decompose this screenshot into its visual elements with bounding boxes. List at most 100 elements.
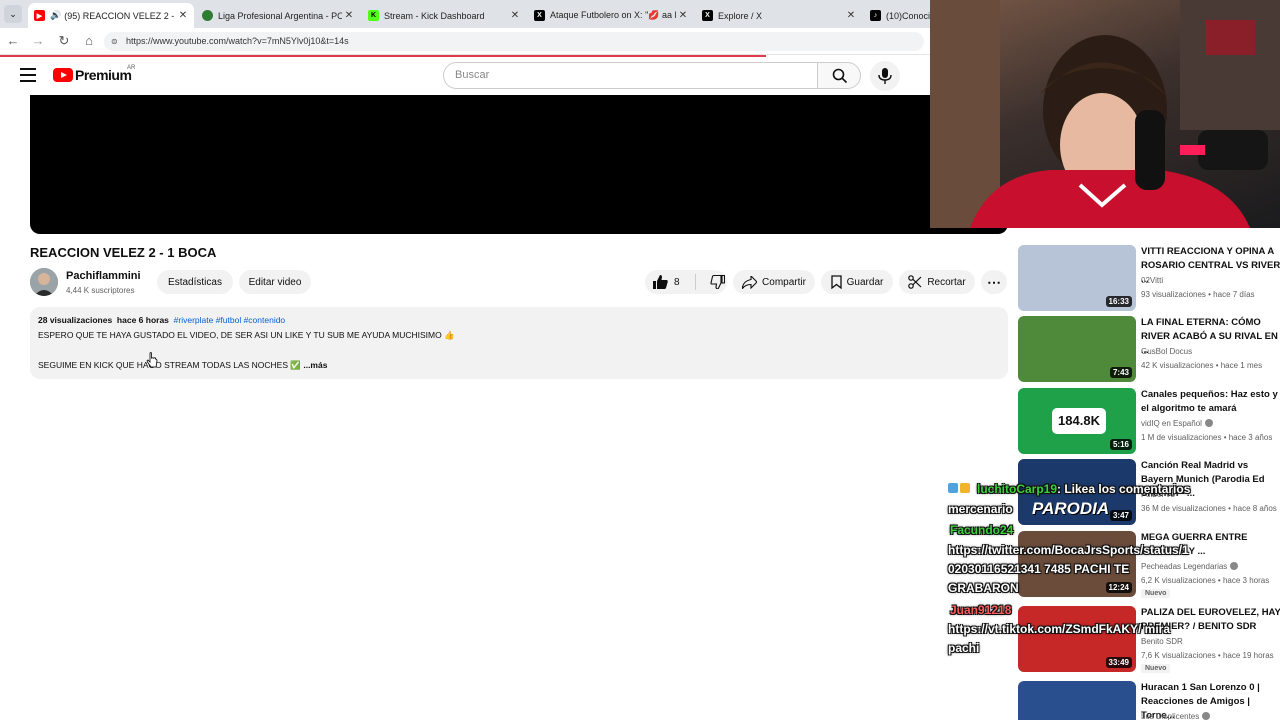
close-tab-icon[interactable]: ✕ <box>176 10 190 21</box>
recommended-stats: 93 visualizaciones • hace 7 días <box>1141 290 1255 299</box>
video-duration: 7:43 <box>1109 367 1132 378</box>
menu-icon[interactable] <box>20 68 36 82</box>
microphone-icon <box>878 68 892 84</box>
share-label: Compartir <box>762 276 806 288</box>
voice-search-button[interactable] <box>870 61 900 91</box>
recommended-stats: 7,6 K visualizaciones • hace 19 horas <box>1141 651 1274 660</box>
video-duration: 5:16 <box>1109 439 1132 450</box>
video-thumbnail[interactable]: 7:43 <box>1018 316 1136 382</box>
browser-tab-x-explore[interactable]: X Explore / X ✕ <box>696 3 862 28</box>
video-title: REACCION VELEZ 2 - 1 BOCA <box>30 245 217 260</box>
youtube-favicon-icon: ▶ <box>34 10 45 21</box>
audio-icon[interactable]: 🔊 <box>50 10 61 21</box>
channel-text: Pecheadas Legendarias <box>1141 562 1228 571</box>
x-favicon-icon: X <box>702 10 713 21</box>
clip-label: Recortar <box>927 276 966 288</box>
thumbs-up-icon <box>653 275 668 289</box>
video-player[interactable] <box>30 95 1008 234</box>
tab-title: Ataque Futbolero on X: "💋 aa EMP <box>550 10 676 20</box>
video-thumbnail[interactable] <box>1018 681 1136 720</box>
show-more-link[interactable]: ...más <box>303 360 327 370</box>
channel-avatar[interactable] <box>30 268 58 296</box>
back-arrow-icon[interactable]: ← <box>5 33 21 49</box>
save-label: Guardar <box>846 276 884 288</box>
verified-icon <box>1204 419 1213 427</box>
like-button[interactable]: 8 <box>653 275 680 289</box>
stats-button-label: Estadísticas <box>168 276 222 288</box>
chat-username: luchitoCarp19 <box>977 482 1058 496</box>
search-icon <box>832 68 848 84</box>
recommended-channel[interactable]: Pecheadas Legendarias <box>1141 562 1239 571</box>
share-button[interactable]: Compartir <box>733 270 815 294</box>
recommended-channel[interactable]: Los Displicentes <box>1141 712 1211 720</box>
close-tab-icon[interactable]: ✕ <box>676 10 690 21</box>
recommended-channel[interactable]: vidIQ en Español <box>1141 419 1213 428</box>
url-input[interactable]: ⊜ https://www.youtube.com/watch?v=7mN5Yl… <box>104 32 924 51</box>
recommended-video-title[interactable]: Canales pequeños: Haz esto y el algoritm… <box>1141 388 1280 416</box>
recommended-video[interactable]: 16:33 VITTI REACCIONA Y OPINA A ROSARIO … <box>1018 245 1280 313</box>
recommended-stats: 6,2 K visualizaciones • hace 3 horas <box>1141 576 1270 585</box>
chat-text: https://twitter.com/BocaJrsSports/status… <box>948 543 1189 557</box>
video-thumbnail[interactable]: 33:49 <box>1018 606 1136 672</box>
badge-icon <box>948 483 958 493</box>
recommended-video[interactable]: 7:43 LA FINAL ETERNA: CÓMO RIVER ACABÓ A… <box>1018 316 1280 384</box>
browser-tab-tiktok[interactable]: ♪ (10)Conocie <box>864 3 930 28</box>
chat-badges <box>948 483 970 495</box>
video-thumbnail[interactable]: 16:33 <box>1018 245 1136 311</box>
chat-text: : Likea los comentarios <box>1057 482 1191 496</box>
tab-title: Liga Profesional Argentina - POSIC <box>218 10 342 21</box>
channel-name[interactable]: Pachiflammini <box>66 270 141 282</box>
chat-text: 02030116521341 7485 PACHI TE <box>948 562 1130 576</box>
chat-text: GRABARON <box>948 581 1019 595</box>
recommended-video[interactable]: 184.8K 5:16 Canales pequeños: Haz esto y… <box>1018 388 1280 456</box>
video-duration: 3:47 <box>1109 510 1132 521</box>
description-line: ESPERO QUE TE HAYA GUSTADO EL VIDEO, DE … <box>38 330 455 340</box>
site-info-icon[interactable]: ⊜ <box>111 32 118 51</box>
webcam-overlay <box>930 0 1280 228</box>
save-button[interactable]: Guardar <box>821 270 893 294</box>
edit-video-button[interactable]: Editar video <box>239 270 311 294</box>
recommended-video[interactable]: 33:49 PALIZA DEL EUROVELEZ, HAY PREMIER?… <box>1018 606 1280 674</box>
hashtags[interactable]: #riverplate #futbol #contenido <box>174 315 286 325</box>
like-dislike-group: 8 <box>645 270 727 294</box>
description-meta: 28 visualizaciones hace 6 horas #riverpl… <box>38 315 1000 325</box>
browser-tab-liga[interactable]: Liga Profesional Argentina - POSIC ✕ <box>196 3 360 28</box>
chat-message: luchitoCarp19: Likea los comentarios <box>977 482 1190 496</box>
chat-text: https://vt.tiktok.com/ZSmdFkAKY/ mira <box>948 622 1171 636</box>
youtube-premium-logo[interactable]: Premium <box>53 67 132 83</box>
tab-search-chevron-icon[interactable]: ⌄ <box>4 5 22 23</box>
search-input[interactable]: Buscar <box>443 62 818 89</box>
more-actions-icon[interactable]: ⋯ <box>981 270 1007 294</box>
recommended-channel[interactable]: GusBol Docus <box>1141 347 1192 356</box>
youtube-header: Premium AR Buscar <box>0 57 930 95</box>
video-duration: 33:49 <box>1105 657 1132 668</box>
recommended-stats: 36 M de visualizaciones • hace 8 años <box>1141 504 1277 513</box>
tab-title: Explore / X <box>718 10 763 21</box>
webcam-feed-image <box>930 0 1280 228</box>
recommended-channel[interactable]: Benito SDR <box>1141 637 1183 646</box>
thumbnail-counter-graphic: 184.8K <box>1052 408 1106 434</box>
home-icon[interactable]: ⌂ <box>81 33 97 49</box>
video-thumbnail[interactable]: 184.8K 5:16 <box>1018 388 1136 454</box>
browser-tab-kick[interactable]: K Stream - Kick Dashboard ✕ <box>362 3 526 28</box>
recommended-channel[interactable]: 02Vitti <box>1141 276 1163 285</box>
forward-arrow-icon[interactable]: → <box>30 33 46 49</box>
browser-tab-youtube[interactable]: ▶ 🔊 (95) REACCION VELEZ 2 - 1 BO ✕ <box>28 3 194 28</box>
reload-icon[interactable]: ↻ <box>56 33 72 49</box>
verified-icon <box>1202 712 1211 720</box>
thumbs-down-icon[interactable] <box>709 275 725 289</box>
share-icon <box>742 275 758 289</box>
close-tab-icon[interactable]: ✕ <box>342 10 356 21</box>
close-tab-icon[interactable]: ✕ <box>508 10 522 21</box>
close-tab-icon[interactable]: ✕ <box>844 10 858 21</box>
browser-tab-x-ataque[interactable]: X Ataque Futbolero on X: "💋 aa EMP ✕ <box>528 3 694 28</box>
description-line-text: SEGUIME EN KICK QUE HAGO STREAM TODAS LA… <box>38 360 301 370</box>
search-button[interactable] <box>817 62 861 89</box>
recommended-video[interactable]: Huracan 1 San Lorenzo 0 | Reacciones de … <box>1018 681 1280 720</box>
stats-button[interactable]: Estadísticas <box>157 270 233 294</box>
new-badge: Nuevo <box>1141 589 1171 598</box>
clip-button[interactable]: Recortar <box>899 270 975 294</box>
description-line-2: SEGUIME EN KICK QUE HAGO STREAM TODAS LA… <box>38 360 1000 371</box>
upload-time: hace 6 horas <box>116 315 169 325</box>
video-description[interactable]: 28 visualizaciones hace 6 horas #riverpl… <box>30 307 1008 379</box>
